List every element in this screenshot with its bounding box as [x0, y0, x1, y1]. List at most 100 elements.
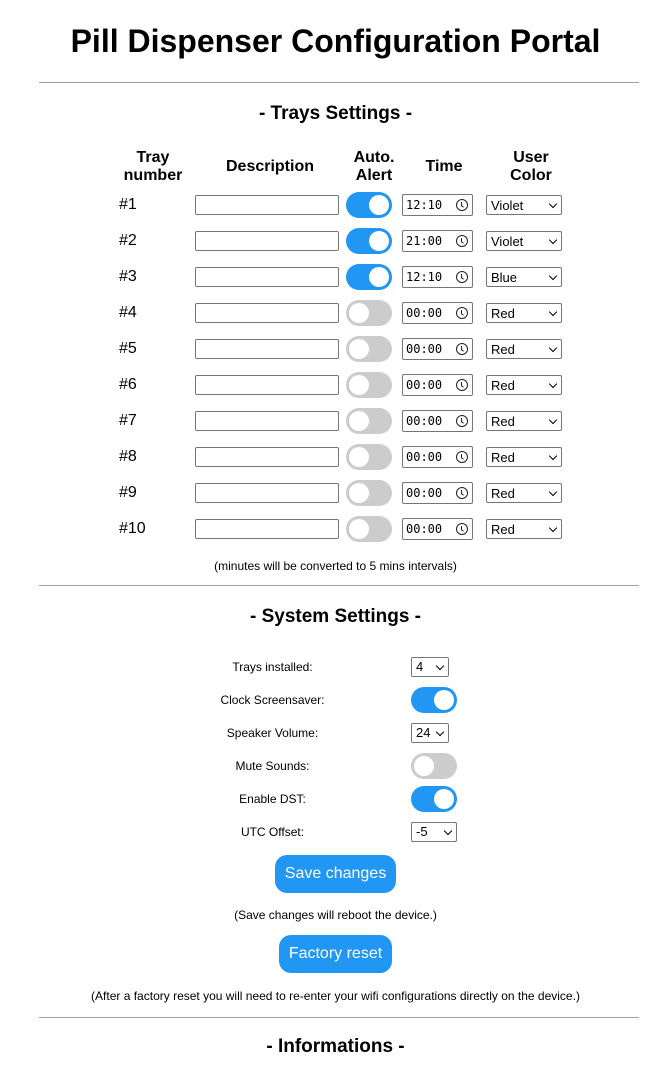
config-page: Pill Dispenser Configuration Portal - Tr… [0, 0, 671, 1058]
tray-color-value: Red [491, 305, 515, 321]
clock-icon[interactable] [456, 199, 468, 211]
tray-auto-alert-toggle[interactable] [346, 408, 392, 434]
trays-header-row: Tray number Description Auto. Alert Time U… [112, 147, 576, 187]
clock-icon[interactable] [456, 487, 468, 499]
toggle-knob [414, 755, 434, 776]
clock-icon[interactable] [456, 451, 468, 463]
tray-auto-alert-toggle[interactable] [346, 264, 392, 290]
tray-description-input[interactable] [195, 231, 339, 251]
clock-icon[interactable] [456, 307, 468, 319]
trays-note: (minutes will be converted to 5 mins int… [214, 559, 457, 573]
enable-dst-toggle[interactable] [411, 785, 457, 812]
speaker-volume-select[interactable]: 24 [411, 722, 449, 743]
tray-description-input[interactable] [195, 483, 339, 503]
toggle-knob [349, 519, 369, 539]
tray-color-select[interactable]: Blue [486, 267, 562, 287]
clock-screensaver-toggle[interactable] [411, 686, 457, 713]
tray-time-input[interactable]: 00:00 [402, 518, 473, 540]
toggle-knob [349, 483, 369, 503]
utc-offset-select[interactable]: -5 [411, 821, 457, 842]
tray-row: #6 00:00 Red [112, 367, 576, 403]
tray-time-value: 00:00 [406, 486, 443, 500]
tray-auto-alert-toggle[interactable] [346, 372, 392, 398]
tray-color-select[interactable]: Red [486, 375, 562, 395]
tray-color-select[interactable]: Violet [486, 195, 562, 215]
tray-time-input[interactable]: 00:00 [402, 374, 473, 396]
tray-time-input[interactable]: 00:00 [402, 302, 473, 324]
tray-color-select[interactable]: Red [486, 303, 562, 323]
tray-auto-alert-toggle[interactable] [346, 228, 392, 254]
setting-mute-sounds: Mute Sounds: [0, 749, 671, 782]
tray-description-input[interactable] [195, 519, 339, 539]
mute-sounds-toggle[interactable] [411, 752, 457, 779]
clock-icon[interactable] [456, 271, 468, 283]
tray-time-input[interactable]: 00:00 [402, 338, 473, 360]
clock-icon[interactable] [456, 379, 468, 391]
tray-number: #7 [119, 412, 137, 429]
reset-note: (After a factory reset you will need to … [91, 989, 580, 1003]
tray-description-input[interactable] [195, 339, 339, 359]
tray-number: #3 [119, 268, 137, 285]
tray-row: #4 00:00 Red [112, 295, 576, 331]
tray-description-input[interactable] [195, 267, 339, 287]
tray-color-select[interactable]: Red [486, 447, 562, 467]
header-auto-alert: Auto. Alert [353, 149, 395, 184]
tray-description-input[interactable] [195, 411, 339, 431]
tray-time-value: 00:00 [406, 306, 443, 320]
tray-description-input[interactable] [195, 195, 339, 215]
tray-row: #9 00:00 Red [112, 475, 576, 511]
tray-time-input[interactable]: 00:00 [402, 482, 473, 504]
chevron-down-icon [548, 415, 558, 425]
tray-time-input[interactable]: 00:00 [402, 410, 473, 432]
tray-auto-alert-toggle[interactable] [346, 300, 392, 326]
save-note: (Save changes will reboot the device.) [234, 908, 437, 922]
clock-icon[interactable] [456, 235, 468, 247]
chevron-down-icon [548, 487, 558, 497]
tray-description-input[interactable] [195, 303, 339, 323]
clock-icon[interactable] [456, 523, 468, 535]
tray-color-value: Red [491, 413, 515, 429]
tray-description-input[interactable] [195, 375, 339, 395]
tray-description-input[interactable] [195, 447, 339, 467]
tray-auto-alert-toggle[interactable] [346, 480, 392, 506]
chevron-down-icon [548, 343, 558, 353]
tray-row: #8 00:00 Red [112, 439, 576, 475]
clock-icon[interactable] [456, 343, 468, 355]
tray-row: #7 00:00 Red [112, 403, 576, 439]
system-settings: Trays installed: 4 Clock Screensaver: Sp… [0, 650, 671, 848]
header-time: Time [425, 158, 463, 175]
tray-time-value: 12:10 [406, 270, 443, 284]
tray-auto-alert-toggle[interactable] [346, 444, 392, 470]
clock-icon[interactable] [456, 415, 468, 427]
tray-color-select[interactable]: Violet [486, 231, 562, 251]
tray-time-input[interactable]: 12:10 [402, 266, 473, 288]
tray-row: #3 12:10 Blue [112, 259, 576, 295]
tray-time-value: 12:10 [406, 198, 443, 212]
tray-auto-alert-toggle[interactable] [346, 336, 392, 362]
tray-time-input[interactable]: 00:00 [402, 446, 473, 468]
tray-row: #10 00:00 Red [112, 511, 576, 547]
header-description: Description [225, 158, 314, 175]
trays-section-title: - Trays Settings - [258, 103, 413, 124]
tray-auto-alert-toggle[interactable] [346, 192, 392, 218]
tray-time-value: 00:00 [406, 522, 443, 536]
tray-auto-alert-toggle[interactable] [346, 516, 392, 542]
info-section-title: - Informations - [266, 1036, 405, 1057]
factory-reset-button[interactable]: Factory reset [278, 935, 393, 973]
save-changes-button[interactable]: Save changes [274, 855, 397, 893]
tray-number: #8 [119, 448, 137, 465]
tray-color-select[interactable]: Red [486, 339, 562, 359]
toggle-knob [349, 411, 369, 431]
tray-time-value: 00:00 [406, 342, 443, 356]
tray-color-select[interactable]: Red [486, 411, 562, 431]
toggle-knob [349, 339, 369, 359]
tray-time-input[interactable]: 12:10 [402, 194, 473, 216]
clock-screensaver-label: Clock Screensaver: [220, 692, 325, 707]
trays-table: Tray number Description Auto. Alert Time U… [112, 147, 576, 547]
speaker-volume-label: Speaker Volume: [226, 725, 319, 740]
trays-installed-select[interactable]: 4 [411, 656, 449, 677]
tray-time-input[interactable]: 21:00 [402, 230, 473, 252]
tray-color-select[interactable]: Red [486, 519, 562, 539]
toggle-knob [369, 195, 389, 215]
tray-color-select[interactable]: Red [486, 483, 562, 503]
